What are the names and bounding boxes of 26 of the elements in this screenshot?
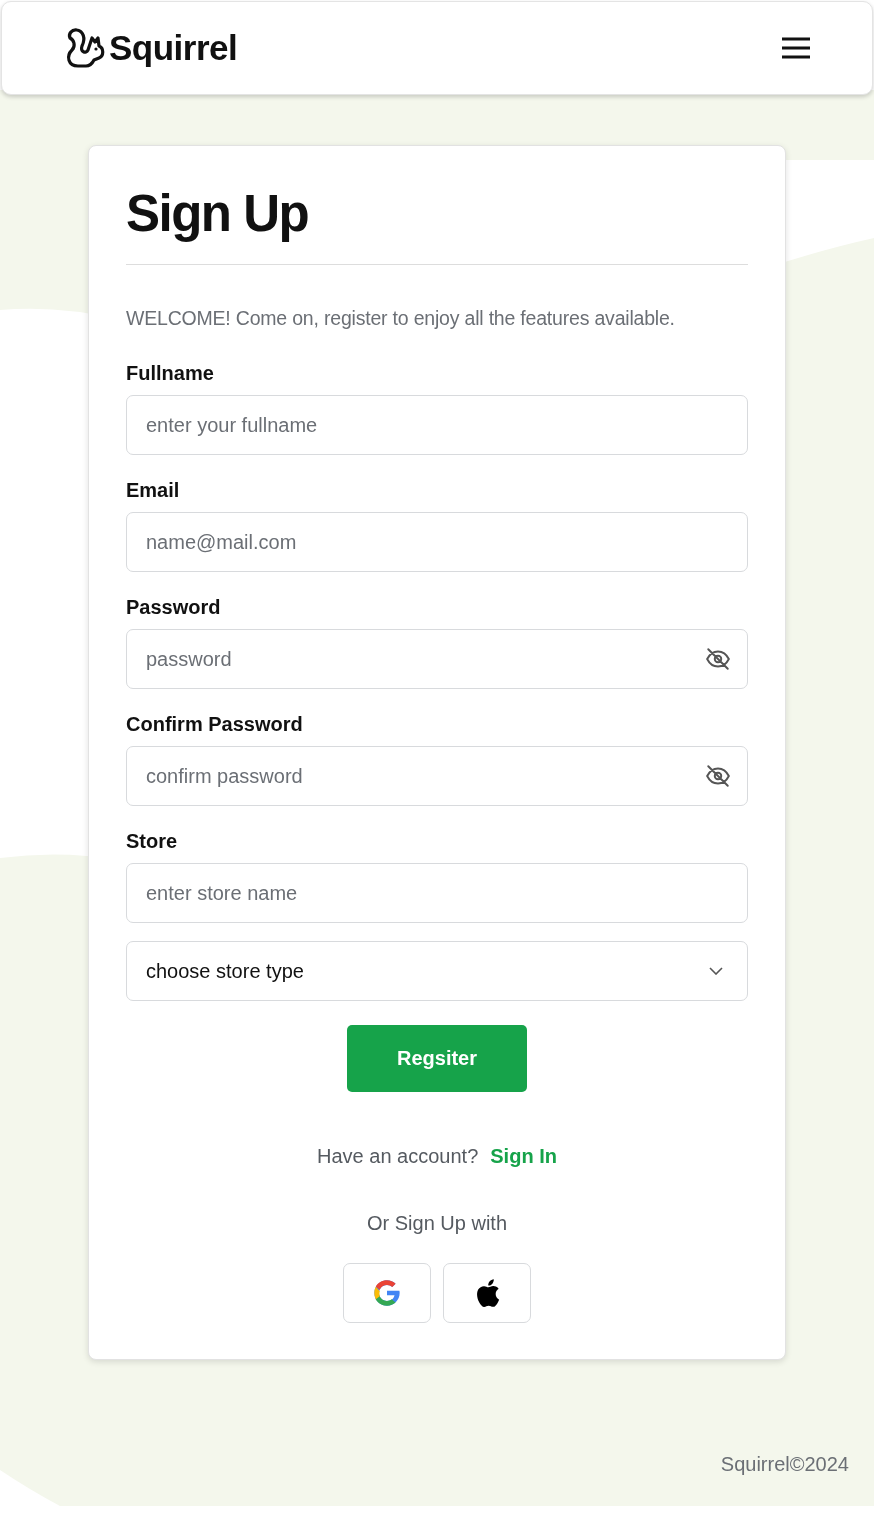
- google-button[interactable]: [343, 1263, 431, 1323]
- eye-off-icon[interactable]: [705, 646, 731, 672]
- input-field[interactable]: name@mail.com: [126, 512, 748, 572]
- copyright-text: Squirrel©2024: [720, 1453, 849, 1476]
- sign-in-link[interactable]: Sign In: [490, 1143, 557, 1169]
- password-field[interactable]: confirm password: [126, 746, 748, 806]
- input-field[interactable]: enter store name: [126, 863, 748, 923]
- brand-name: Squirrel: [109, 28, 238, 68]
- welcome-text: WELCOME! Come on, register to enjoy all the features available.: [126, 306, 676, 331]
- eye-off-icon[interactable]: [705, 763, 731, 789]
- store-type-dropdown[interactable]: choose store type: [126, 941, 748, 1001]
- field-label: Store: [126, 829, 179, 853]
- register-button[interactable]: Regsiter: [347, 1025, 527, 1092]
- password-field[interactable]: password: [126, 629, 748, 689]
- apple-button[interactable]: [443, 1263, 531, 1323]
- page-title: Sign Up: [126, 184, 310, 244]
- google-icon: [371, 1277, 403, 1309]
- field-label: Password: [126, 595, 222, 619]
- social-label: Or Sign Up with: [365, 1211, 509, 1236]
- field-label: Fullname: [126, 361, 215, 385]
- chevron-down-icon: [709, 967, 723, 975]
- account-prompt: Have an account?: [317, 1144, 479, 1169]
- menu-icon[interactable]: [782, 37, 810, 59]
- field-label: Confirm Password: [126, 712, 304, 736]
- input-field[interactable]: enter your fullname: [126, 395, 748, 455]
- field-label: Email: [126, 478, 181, 502]
